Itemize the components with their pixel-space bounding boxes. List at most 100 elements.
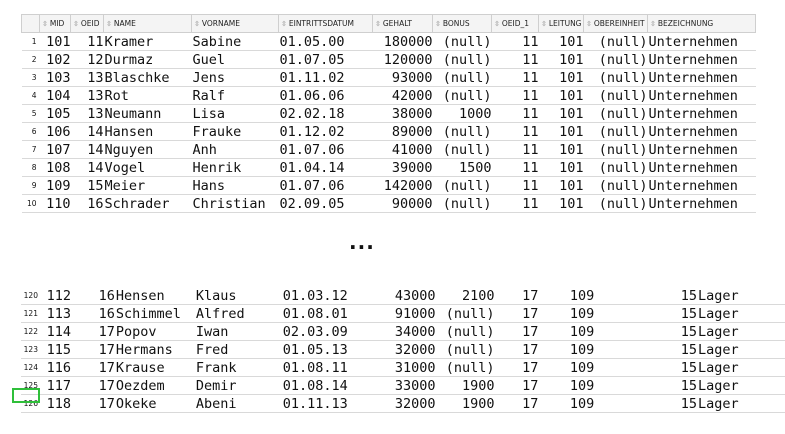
table-row[interactable]: 9 109 15 Meier Hans 01.07.06 142000 (null) 11 101… [21,176,756,195]
cell-eintrittsdatum[interactable]: 01.08.01 [281,304,376,323]
table-row[interactable]: 125 117 17 Oezdem Demir 01.08.14 33000 1900 17 10… [21,376,785,395]
row-number[interactable]: 9 [21,176,40,195]
cell-mid[interactable]: 108 [39,158,71,177]
cell-name[interactable]: Oezdem [114,376,195,395]
cell-vorname[interactable]: Frauke [191,122,279,141]
cell-leitung[interactable]: 109 [538,376,595,395]
cell-vorname[interactable]: Lisa [191,104,279,123]
cell-mid[interactable]: 109 [39,176,71,195]
cell-oeid[interactable]: 17 [70,322,115,341]
cell-bonus[interactable]: (null) [432,194,492,213]
cell-mid[interactable]: 110 [39,194,71,213]
cell-oeid[interactable]: 12 [70,50,104,69]
cell-vorname[interactable]: Abeni [194,394,282,413]
row-number[interactable]: 122 [21,322,41,341]
cell-oeid-1[interactable]: 11 [491,104,539,123]
cell-mid[interactable]: 104 [39,86,71,105]
cell-gehalt[interactable]: 42000 [372,86,433,105]
cell-mid[interactable]: 116 [40,358,71,377]
cell-oeid-1[interactable]: 17 [494,340,539,359]
cell-bonus[interactable]: (null) [432,68,492,87]
cell-gehalt[interactable]: 38000 [372,104,433,123]
sort-arrows-icon[interactable]: ⇳ [541,20,547,28]
cell-mid[interactable]: 101 [39,32,71,51]
cell-bonus[interactable]: (null) [432,122,492,141]
cell-vorname[interactable]: Sabine [191,32,279,51]
cell-oeid[interactable]: 16 [70,287,115,305]
sort-arrows-icon[interactable]: ⇳ [106,20,112,28]
cell-bezeichnung[interactable]: Unternehmen [647,158,756,177]
cell-gehalt[interactable]: 142000 [372,176,433,195]
cell-name[interactable]: Nguyen [103,140,192,159]
row-number[interactable]: 8 [21,158,40,177]
cell-gehalt[interactable]: 32000 [375,394,436,413]
cell-eintrittsdatum[interactable]: 01.06.06 [278,86,373,105]
cell-eintrittsdatum[interactable]: 01.12.02 [278,122,373,141]
cell-leitung[interactable]: 101 [538,86,584,105]
table-row[interactable]: 10 110 16 Schrader Christian 02.09.05 90000 (nu… [21,194,756,213]
cell-obereinheit[interactable]: (null) [583,50,648,69]
cell-leitung[interactable]: 101 [538,176,584,195]
cell-eintrittsdatum[interactable]: 01.08.11 [281,358,376,377]
cell-gehalt[interactable]: 33000 [375,376,436,395]
column-header-vorname[interactable]: ⇳ VORNAME [191,14,279,33]
cell-mid[interactable]: 118 [40,394,71,413]
cell-obereinheit[interactable]: (null) [583,158,648,177]
cell-leitung[interactable]: 109 [538,340,595,359]
cell-bonus[interactable]: (null) [435,358,495,377]
cell-oeid[interactable]: 15 [70,176,104,195]
cell-bonus[interactable]: (null) [435,304,495,323]
cell-gehalt[interactable]: 89000 [372,122,433,141]
cell-oeid[interactable]: 14 [70,140,104,159]
cell-obereinheit[interactable]: 15 [594,394,698,413]
cell-name[interactable]: Durmaz [103,50,192,69]
row-number[interactable]: 121 [21,304,41,323]
cell-oeid[interactable]: 14 [70,122,104,141]
cell-gehalt[interactable]: 39000 [372,158,433,177]
row-number[interactable]: 3 [21,68,40,87]
cell-oeid-1[interactable]: 17 [494,287,539,305]
table-row[interactable]: 124 116 17 Krause Frank 01.08.11 31000 (null) 17… [21,358,785,377]
cell-gehalt[interactable]: 91000 [375,304,436,323]
table-row[interactable]: 5 105 13 Neumann Lisa 02.02.18 38000 1000 11 101(… [21,104,756,123]
cell-bezeichnung[interactable]: Lager [697,287,785,305]
cell-oeid-1[interactable]: 11 [491,158,539,177]
cell-oeid[interactable]: 13 [70,68,104,87]
cell-obereinheit[interactable]: (null) [583,86,648,105]
cell-name[interactable]: Hansen [103,122,192,141]
cell-bezeichnung[interactable]: Unternehmen [647,32,756,51]
cell-leitung[interactable]: 109 [538,322,595,341]
cell-mid[interactable]: 113 [40,304,71,323]
cell-eintrittsdatum[interactable]: 01.07.06 [278,140,373,159]
sort-arrows-icon[interactable]: ⇳ [194,20,200,28]
cell-name[interactable]: Okeke [114,394,195,413]
cell-bonus[interactable]: 1500 [432,158,492,177]
table-row[interactable]: 120 112 16 Hensen Klaus 01.03.12 43000 2100 17 10… [21,287,785,305]
cell-mid[interactable]: 114 [40,322,71,341]
cell-eintrittsdatum[interactable]: 01.07.05 [278,50,373,69]
cell-obereinheit[interactable]: (null) [583,140,648,159]
cell-bonus[interactable]: 1900 [435,394,495,413]
cell-bezeichnung[interactable]: Lager [697,322,785,341]
cell-bonus[interactable]: 1900 [435,376,495,395]
cell-name[interactable]: Hermans [114,340,195,359]
cell-oeid[interactable]: 14 [70,158,104,177]
sort-arrows-icon[interactable]: ⇳ [494,20,500,28]
cell-obereinheit[interactable]: 15 [594,287,698,305]
row-number[interactable]: 6 [21,122,40,141]
cell-vorname[interactable]: Demir [194,376,282,395]
table-row[interactable]: 7 107 14 Nguyen Anh 01.07.06 41000 (null) 11 101(… [21,140,756,159]
cell-oeid[interactable]: 16 [70,304,115,323]
cell-oeid-1[interactable]: 17 [494,394,539,413]
cell-name[interactable]: Meier [103,176,192,195]
table-row[interactable]: 8 108 14 Vogel Henrik 01.04.14 39000 1500 11 101(… [21,158,756,177]
column-header-eintrittsdatum[interactable]: ⇳ EINTRITTSDATUM [278,14,373,33]
cell-vorname[interactable]: Hans [191,176,279,195]
cell-obereinheit[interactable]: (null) [583,104,648,123]
table-row[interactable]: 3 103 13 Blaschke Jens 01.11.02 93000 (null) 11 1… [21,68,756,87]
cell-leitung[interactable]: 109 [538,358,595,377]
cell-mid[interactable]: 107 [39,140,71,159]
cell-name[interactable]: Popov [114,322,195,341]
cell-bezeichnung[interactable]: Unternehmen [647,122,756,141]
cell-oeid[interactable]: 16 [70,194,104,213]
